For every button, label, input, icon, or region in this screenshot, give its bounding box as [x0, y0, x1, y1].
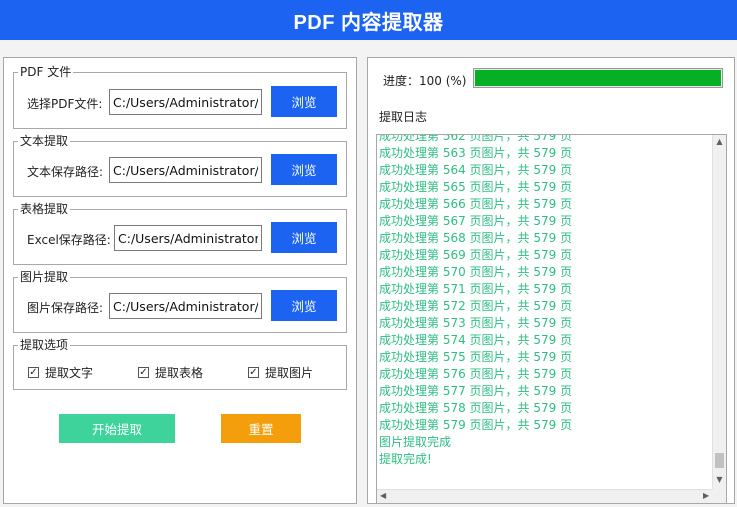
log-line: 成功处理第 578 页图片，共 579 页 [379, 401, 573, 415]
pdf-file-input[interactable] [109, 89, 262, 115]
extract-options-group-title: 提取选项 [20, 338, 69, 352]
log-line: 图片提取完成 [379, 435, 452, 449]
extract-tables-label: 提取表格 [155, 366, 204, 380]
log-lines: 成功处理第 562 页图片，共 579 页成功处理第 563 页图片，共 579… [379, 134, 709, 468]
scrollbar-thumb[interactable] [715, 453, 724, 468]
chevron-down-icon[interactable]: ▼ [713, 475, 726, 484]
chevron-left-icon[interactable]: ◀ [380, 491, 386, 500]
log-line: 成功处理第 564 页图片，共 579 页 [379, 163, 573, 177]
excel-save-path-label: Excel保存路径: [27, 233, 111, 247]
extract-tables-checkbox[interactable]: ✓ 提取表格 [138, 364, 203, 381]
text-browse-button[interactable]: 浏览 [271, 154, 337, 185]
progress-bar-fill [475, 70, 721, 86]
log-line: 成功处理第 566 页图片，共 579 页 [379, 197, 573, 211]
log-line: 成功处理第 575 页图片，共 579 页 [379, 350, 573, 364]
chevron-up-icon[interactable]: ▲ [713, 137, 726, 146]
pdf-file-label: 选择PDF文件: [27, 97, 103, 111]
log-line: 成功处理第 576 页图片，共 579 页 [379, 367, 573, 381]
progress-bar [473, 68, 723, 88]
chevron-right-icon[interactable]: ▶ [703, 491, 709, 500]
window-title: PDF 内容提取器 [293, 11, 444, 34]
image-extract-group-title: 图片提取 [20, 270, 69, 284]
pdf-file-group-title: PDF 文件 [20, 65, 72, 79]
log-line: 成功处理第 574 页图片，共 579 页 [379, 333, 573, 347]
log-textarea[interactable]: 成功处理第 562 页图片，共 579 页成功处理第 563 页图片，共 579… [376, 134, 727, 504]
log-line: 成功处理第 569 页图片，共 579 页 [379, 248, 573, 262]
image-save-path-input[interactable] [109, 293, 262, 319]
log-line: 成功处理第 563 页图片，共 579 页 [379, 146, 573, 160]
window-title-bar: PDF 内容提取器 [0, 0, 737, 40]
image-browse-button[interactable]: 浏览 [271, 290, 337, 321]
scrollbar-corner [712, 489, 726, 503]
log-line: 成功处理第 572 页图片，共 579 页 [379, 299, 573, 313]
checkmark-icon: ✓ [248, 366, 259, 378]
progress-label: 进度：100 (%) [383, 74, 467, 88]
extract-images-label: 提取图片 [265, 366, 314, 380]
start-extract-button[interactable]: 开始提取 [59, 414, 175, 443]
text-save-path-input[interactable] [109, 157, 262, 183]
table-extract-group-title: 表格提取 [20, 202, 69, 216]
log-horizontal-scrollbar[interactable]: ◀ ▶ [377, 489, 714, 503]
excel-browse-button[interactable]: 浏览 [271, 222, 337, 253]
log-line: 成功处理第 573 页图片，共 579 页 [379, 316, 573, 330]
checkmark-icon: ✓ [28, 366, 39, 378]
log-line: 成功处理第 579 页图片，共 579 页 [379, 418, 573, 432]
log-line: 成功处理第 570 页图片，共 579 页 [379, 265, 573, 279]
excel-save-path-input[interactable] [114, 225, 262, 251]
image-save-path-label: 图片保存路径: [27, 301, 104, 315]
extract-text-checkbox[interactable]: ✓ 提取文字 [28, 364, 93, 381]
text-save-path-label: 文本保存路径: [27, 165, 104, 179]
log-line: 成功处理第 571 页图片，共 579 页 [379, 282, 573, 296]
checkmark-icon: ✓ [138, 366, 149, 378]
extract-images-checkbox[interactable]: ✓ 提取图片 [248, 364, 313, 381]
reset-button[interactable]: 重置 [221, 414, 301, 443]
log-line: 成功处理第 568 页图片，共 579 页 [379, 231, 573, 245]
log-title: 提取日志 [379, 110, 428, 124]
log-line: 成功处理第 565 页图片，共 579 页 [379, 180, 573, 194]
log-line: 成功处理第 567 页图片，共 579 页 [379, 214, 573, 228]
log-vertical-scrollbar[interactable]: ▲ ▼ [712, 135, 726, 489]
log-line: 提取完成! [379, 452, 432, 466]
log-line: 成功处理第 562 页图片，共 579 页 [379, 134, 573, 143]
extract-text-label: 提取文字 [45, 366, 94, 380]
log-line: 成功处理第 577 页图片，共 579 页 [379, 384, 573, 398]
text-extract-group-title: 文本提取 [20, 134, 69, 148]
pdf-browse-button[interactable]: 浏览 [271, 86, 337, 117]
